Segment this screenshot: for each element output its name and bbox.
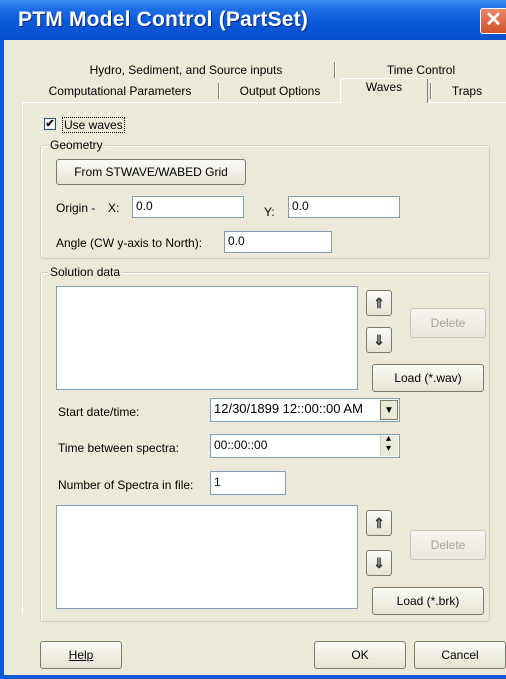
move-down-button[interactable]: ⇓	[366, 327, 392, 353]
start-datetime-value: 12/30/1899 12::00::00 AM	[214, 401, 363, 416]
move-up-button[interactable]: ⇑	[366, 290, 392, 316]
use-waves-label[interactable]: Use waves	[62, 117, 125, 133]
tab-time-control[interactable]: Time Control	[336, 60, 506, 80]
time-spin-control[interactable]: ▴ ▾	[380, 433, 398, 456]
geometry-legend: Geometry	[48, 138, 105, 152]
title-bar[interactable]: PTM Model Control (PartSet) ✕	[0, 0, 506, 40]
start-datetime-label: Start date/time:	[58, 405, 140, 419]
delete-wave-button[interactable]: Delete	[410, 308, 486, 338]
tab-waves[interactable]: Waves	[340, 78, 428, 103]
breaker-files-list[interactable]	[56, 505, 358, 609]
checkmark-icon: ✔	[45, 118, 55, 130]
window-frame-left	[0, 40, 4, 679]
arrow-down-icon: ⇓	[373, 554, 385, 571]
load-wav-button[interactable]: Load (*.wav)	[372, 364, 484, 392]
angle-label: Angle (CW y-axis to North):	[56, 236, 203, 250]
window-frame-bottom	[0, 675, 506, 679]
spin-down-icon[interactable]: ▾	[386, 443, 391, 454]
cancel-button[interactable]: Cancel	[414, 641, 506, 669]
wave-files-list[interactable]	[56, 286, 358, 390]
arrow-up-icon: ⇑	[373, 514, 385, 531]
close-button[interactable]: ✕	[480, 8, 506, 34]
tab-output-options[interactable]: Output Options	[220, 81, 340, 101]
tab-traps[interactable]: Traps	[432, 81, 502, 101]
number-of-spectra-field[interactable]: 1	[210, 471, 286, 495]
angle-field[interactable]: 0.0	[224, 231, 332, 253]
use-waves-checkbox[interactable]: ✔	[44, 118, 56, 130]
origin-label: Origin -	[56, 201, 96, 215]
origin-x-label: X:	[108, 201, 120, 215]
number-of-spectra-label: Number of Spectra in file:	[58, 478, 194, 492]
origin-y-label: Y:	[264, 205, 275, 219]
from-stwave-wabed-grid-button[interactable]: From STWAVE/WABED Grid	[56, 159, 246, 185]
tab-computational-parameters[interactable]: Computational Parameters	[22, 81, 218, 101]
tab-hydro-sediment-source[interactable]: Hydro, Sediment, and Source inputs	[40, 60, 332, 80]
close-icon: ✕	[485, 9, 502, 31]
help-button-label: Help	[68, 648, 94, 662]
chevron-down-icon: ▼	[384, 404, 394, 416]
arrow-up-icon: ⇑	[373, 294, 385, 311]
delete-breaker-button[interactable]: Delete	[410, 530, 486, 560]
time-between-spectra-field[interactable]: 00::00::00	[210, 434, 400, 458]
start-datetime-field[interactable]: 12/30/1899 12::00::00 AM	[210, 398, 400, 422]
window-title: PTM Model Control (PartSet)	[18, 8, 309, 31]
ok-button[interactable]: OK	[314, 641, 406, 669]
move-down-button-2[interactable]: ⇓	[366, 550, 392, 576]
time-between-spectra-value: 00::00::00	[214, 438, 268, 452]
move-up-button-2[interactable]: ⇑	[366, 510, 392, 536]
solution-data-legend: Solution data	[48, 265, 123, 279]
origin-y-field[interactable]: 0.0	[288, 196, 400, 218]
start-datetime-dropdown[interactable]: ▼	[380, 400, 398, 420]
time-between-spectra-label: Time between spectra:	[58, 441, 179, 455]
origin-x-field[interactable]: 0.0	[132, 196, 244, 218]
help-button[interactable]: Help	[40, 641, 122, 669]
load-brk-button[interactable]: Load (*.brk)	[372, 587, 484, 615]
arrow-down-icon: ⇓	[373, 331, 385, 348]
